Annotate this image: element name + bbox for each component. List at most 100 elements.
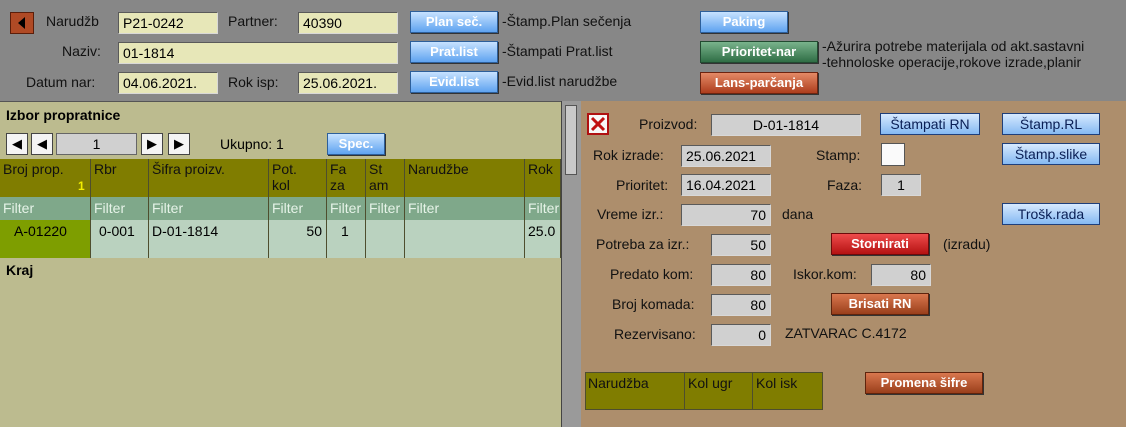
stornirati-button[interactable]: Stornirati xyxy=(831,233,929,255)
col-rok[interactable]: Rok xyxy=(525,159,561,197)
prev-page-button[interactable]: ◀ xyxy=(31,133,53,155)
promena-sifre-button[interactable]: Promena šifre xyxy=(865,372,983,394)
broj-komada-label: Broj komada: xyxy=(612,296,695,312)
iskor-label: Iskor.kom: xyxy=(793,266,857,282)
rok-izrade-label: Rok izrade: xyxy=(593,147,664,163)
vreme-unit: dana xyxy=(782,206,814,222)
filter-faza[interactable]: Filter xyxy=(327,197,366,220)
datum-label: Datum nar: xyxy=(26,74,96,90)
naziv-label: Naziv: xyxy=(62,43,101,59)
plan-secenja-button[interactable]: Plan seč. xyxy=(410,11,498,33)
iskor-field[interactable]: 80 xyxy=(871,264,931,286)
col-label: Pot. kol xyxy=(272,161,297,193)
cell-broj-prop[interactable]: A-01220 xyxy=(0,220,91,258)
predato-label: Predato kom: xyxy=(610,266,694,282)
col-sifra[interactable]: Šifra proizv. xyxy=(149,159,269,197)
faza-label: Faza: xyxy=(827,177,863,193)
stamp-slike-button[interactable]: Štamp.slike xyxy=(1002,143,1100,165)
col-label: St am xyxy=(369,161,389,193)
cell-stam[interactable] xyxy=(366,220,405,258)
partner-label: Partner: xyxy=(228,13,278,29)
sub-col-narudzba[interactable]: Narudžba xyxy=(585,373,685,409)
col-label: Rok xyxy=(528,161,553,177)
potreba-label: Potreba za izr.: xyxy=(596,236,690,252)
prat-note: -Štampati Prat.list xyxy=(502,43,613,59)
cell-rok[interactable]: 25.0 xyxy=(525,220,561,258)
plan-note: -Štamp.Plan sečenja xyxy=(502,13,632,29)
broj-komada-field[interactable]: 80 xyxy=(711,294,771,316)
prioritet-nar-button[interactable]: Prioritet-nar xyxy=(700,41,818,63)
cell-sifra[interactable]: D-01-1814 xyxy=(149,220,269,258)
spec-button[interactable]: Spec. xyxy=(327,133,385,155)
prioritet-field[interactable]: 16.04.2021 xyxy=(681,174,771,196)
col-label: Fa za xyxy=(330,161,347,193)
vreme-label: Vreme izr.: xyxy=(597,206,664,222)
next-icon: ▶ xyxy=(147,136,157,151)
back-button[interactable] xyxy=(10,12,34,34)
col-narudzbe[interactable]: Narudžbe xyxy=(405,159,525,197)
filter-stam[interactable]: Filter xyxy=(366,197,405,220)
cell-rbr[interactable]: 0-001 xyxy=(91,220,149,258)
last-page-button[interactable]: ▶ xyxy=(168,133,190,155)
filter-broj-prop[interactable]: Filter xyxy=(0,197,91,220)
first-page-button[interactable]: ◀ xyxy=(6,133,28,155)
next-page-button[interactable]: ▶ xyxy=(141,133,163,155)
scroll-thumb[interactable] xyxy=(565,105,577,175)
col-label: Šifra proizv. xyxy=(152,161,225,177)
rok-izrade-field[interactable]: 25.06.2021 xyxy=(681,145,771,167)
rok-isp-label: Rok isp: xyxy=(228,74,279,90)
col-label: Rbr xyxy=(94,161,117,177)
sub-col-kol-ugr[interactable]: Kol ugr xyxy=(685,373,753,409)
panel-title: Izbor propratnice xyxy=(6,107,121,123)
paking-button[interactable]: Paking xyxy=(700,11,788,33)
col-label: Broj prop. xyxy=(3,161,64,177)
stampati-rn-button[interactable]: Štampati RN xyxy=(880,113,980,135)
col-stam[interactable]: St am xyxy=(366,159,405,197)
prat-list-button[interactable]: Prat.list xyxy=(410,41,498,63)
table-footer: Kraj xyxy=(6,262,34,278)
filter-rok[interactable]: Filter xyxy=(525,197,561,220)
prev-icon: ◀ xyxy=(37,136,47,151)
filter-sifra[interactable]: Filter xyxy=(149,197,269,220)
page-number-field[interactable]: 1 xyxy=(56,133,137,155)
stamp-label: Stamp: xyxy=(816,147,861,163)
evid-list-button[interactable]: Evid.list xyxy=(410,71,498,93)
close-button[interactable] xyxy=(587,113,609,135)
prioritet-label: Prioritet: xyxy=(616,177,669,193)
cell-faza[interactable]: 1 xyxy=(327,220,366,258)
col-faza[interactable]: Fa za xyxy=(327,159,366,197)
col-rbr[interactable]: Rbr xyxy=(91,159,149,197)
sub-col-kol-isk[interactable]: Kol isk xyxy=(753,373,823,409)
last-icon: ▶ xyxy=(174,136,184,151)
cell-pot-kol[interactable]: 50 xyxy=(269,220,327,258)
col-pot-kol[interactable]: Pot. kol xyxy=(269,159,327,197)
prioritet-note-2: -tehnoloske operacije,rokove izrade,plan… xyxy=(822,54,1082,70)
faza-field[interactable]: 1 xyxy=(881,174,921,196)
filter-rbr[interactable]: Filter xyxy=(91,197,149,220)
narudzba-field[interactable]: P21-0242 xyxy=(118,12,218,34)
zatvarac-text: ZATVARAC C.4172 xyxy=(785,325,907,341)
filter-pot-kol[interactable]: Filter xyxy=(269,197,327,220)
splitter-scrollbar[interactable] xyxy=(561,101,581,427)
rezervisano-label: Rezervisano: xyxy=(614,326,696,342)
datum-field[interactable]: 04.06.2021. xyxy=(118,72,218,94)
potreba-field[interactable]: 50 xyxy=(711,234,771,256)
cell-narudzbe[interactable] xyxy=(405,220,525,258)
partner-field[interactable]: 40390 xyxy=(298,12,398,34)
naziv-field[interactable]: 01-1814 xyxy=(118,42,398,64)
sort-indicator: 1 xyxy=(78,179,85,193)
vreme-field[interactable]: 70 xyxy=(681,204,771,226)
predato-field[interactable]: 80 xyxy=(711,264,771,286)
trosk-rada-button[interactable]: Trošk.rada xyxy=(1002,203,1100,225)
lans-parcanja-button[interactable]: Lans-parčanja xyxy=(700,72,818,94)
brisati-rn-button[interactable]: Brisati RN xyxy=(831,293,929,315)
izradu-note: (izradu) xyxy=(943,236,991,252)
rezervisano-field[interactable]: 0 xyxy=(711,324,771,346)
stamp-rl-button[interactable]: Štamp.RL xyxy=(1002,113,1100,135)
filter-narudzbe[interactable]: Filter xyxy=(405,197,525,220)
total-count: Ukupno: 1 xyxy=(220,136,284,152)
close-x-icon xyxy=(590,116,606,132)
proizvod-field[interactable]: D-01-1814 xyxy=(711,114,861,136)
stamp-checkbox[interactable] xyxy=(881,143,905,166)
rok-isp-field[interactable]: 25.06.2021. xyxy=(298,72,398,94)
